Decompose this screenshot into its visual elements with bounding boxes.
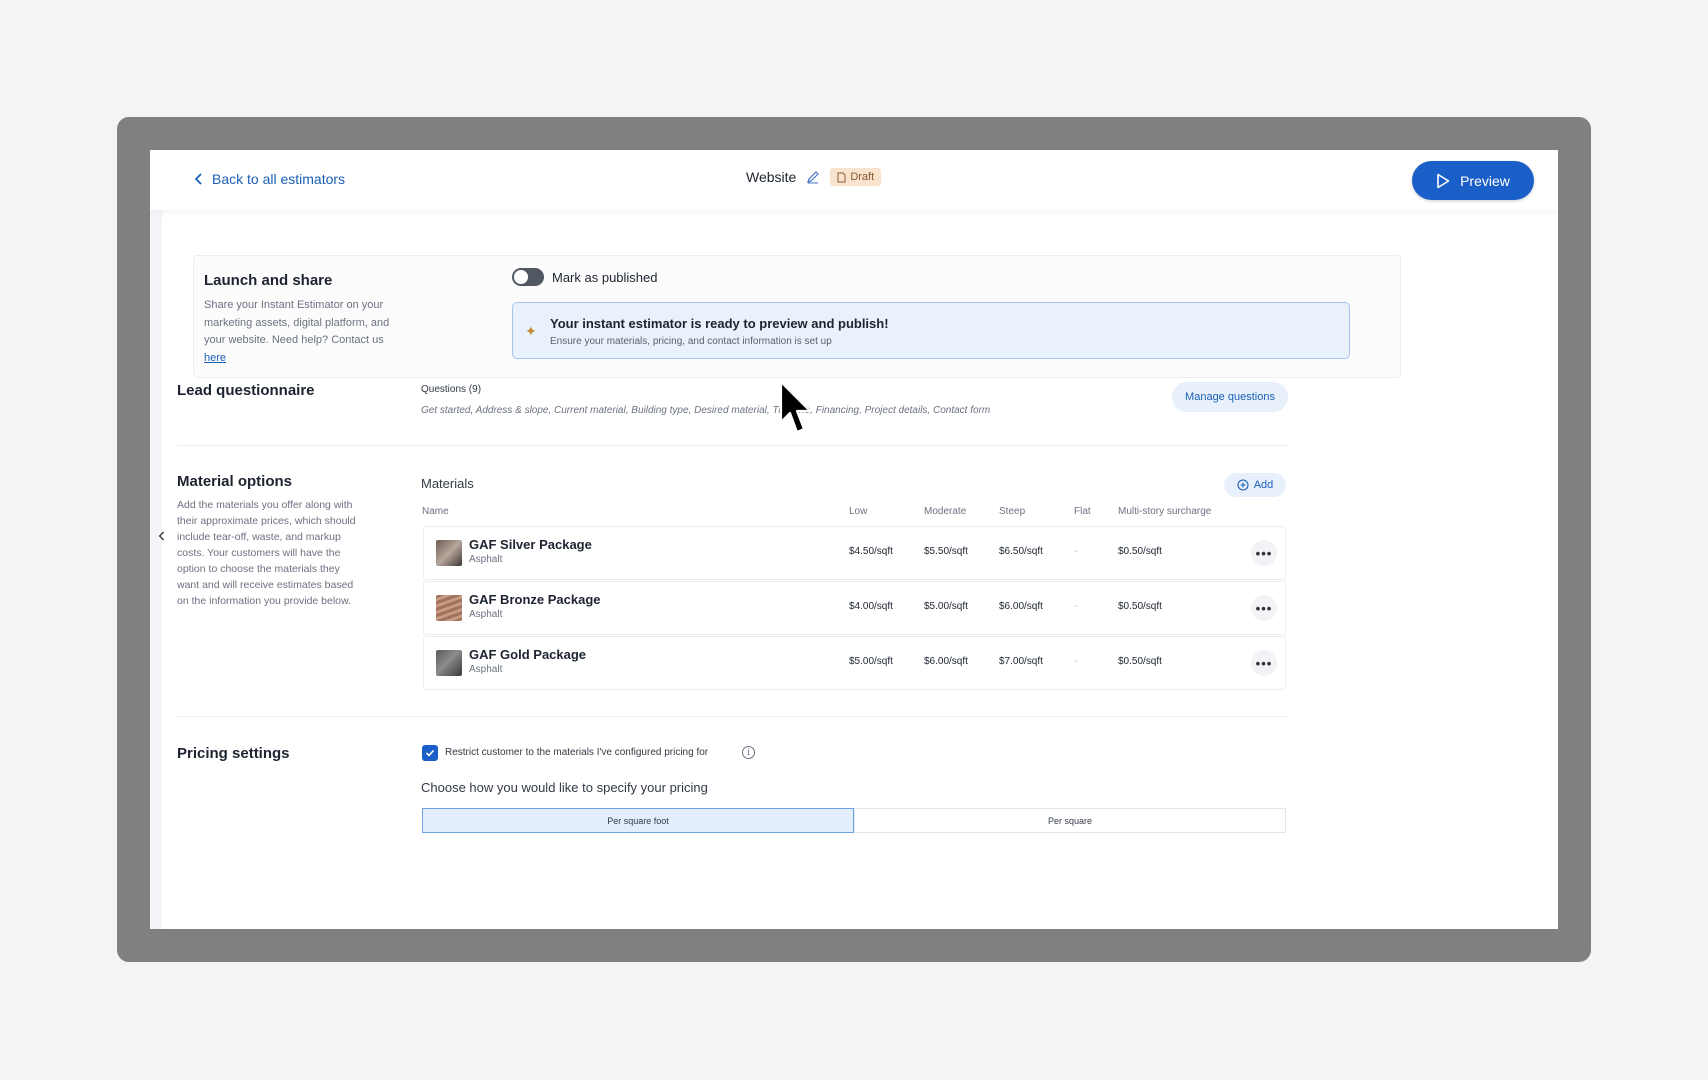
- price-steep: $6.00/sqft: [999, 601, 1043, 612]
- checkmark-icon: [425, 749, 435, 757]
- launch-share-title: Launch and share: [204, 272, 333, 289]
- restrict-materials-checkbox[interactable]: [422, 745, 438, 761]
- column-header-surcharge: Multi-story surcharge: [1118, 506, 1212, 517]
- restrict-materials-label: Restrict customer to the materials I've …: [445, 747, 709, 758]
- material-type: Asphalt: [469, 554, 503, 565]
- row-more-options-button[interactable]: •••: [1251, 595, 1277, 621]
- column-header-moderate: Moderate: [924, 506, 967, 517]
- material-options-description: Add the materials you offer along with t…: [177, 499, 356, 607]
- material-thumbnail: [436, 540, 462, 566]
- chevron-left-icon: [194, 173, 202, 185]
- questions-list: Get started, Address & slope, Current ma…: [421, 405, 991, 416]
- mark-published-row: Mark as published: [512, 268, 658, 286]
- price-steep: $6.50/sqft: [999, 546, 1043, 557]
- status-badge-label: Draft: [850, 171, 875, 183]
- left-sidebar-strip: [150, 210, 162, 929]
- material-name: GAF Silver Package: [469, 537, 592, 552]
- price-moderate: $6.00/sqft: [924, 656, 968, 667]
- info-icon[interactable]: i: [742, 746, 755, 759]
- price-low: $4.00/sqft: [849, 601, 893, 612]
- edit-pencil-icon[interactable]: [806, 170, 820, 184]
- material-thumbnail: [436, 650, 462, 676]
- contact-help-link[interactable]: here: [204, 352, 226, 364]
- price-surcharge: $0.50/sqft: [1118, 656, 1162, 667]
- column-header-low: Low: [849, 506, 868, 517]
- price-flat: -: [1074, 656, 1078, 667]
- party-popper-icon: ✦: [525, 323, 537, 339]
- price-flat: -: [1074, 546, 1078, 557]
- table-row[interactable]: GAF Silver Package Asphalt $4.50/sqft $5…: [423, 526, 1286, 580]
- back-link-label: Back to all estimators: [212, 171, 346, 187]
- manage-questions-button[interactable]: Manage questions: [1172, 382, 1288, 412]
- material-type: Asphalt: [469, 609, 503, 620]
- price-low: $4.50/sqft: [849, 546, 893, 557]
- material-type: Asphalt: [469, 664, 503, 675]
- ready-notice-title: Your instant estimator is ready to previ…: [550, 316, 889, 331]
- collapse-sidebar-chevron-icon[interactable]: [154, 528, 170, 544]
- back-to-estimators-link[interactable]: Back to all estimators: [194, 171, 345, 187]
- pricing-method-prompt: Choose how you would like to specify you…: [421, 780, 708, 795]
- status-badge: Draft: [830, 168, 882, 186]
- publish-toggle[interactable]: [512, 268, 544, 286]
- material-options-title: Material options: [177, 473, 293, 490]
- ready-notice: ✦ Your instant estimator is ready to pre…: [512, 302, 1350, 359]
- materials-table-title: Materials: [421, 476, 474, 491]
- estimator-title: Website: [746, 169, 797, 185]
- per-square-option[interactable]: Per square: [854, 808, 1286, 833]
- launch-share-card: Launch and share Share your Instant Esti…: [193, 255, 1401, 378]
- table-row[interactable]: GAF Gold Package Asphalt $5.00/sqft $6.0…: [423, 636, 1286, 690]
- mouse-cursor-icon: [779, 380, 812, 434]
- column-header-name: Name: [422, 506, 449, 517]
- column-header-flat: Flat: [1074, 506, 1091, 517]
- price-moderate: $5.00/sqft: [924, 601, 968, 612]
- add-material-button[interactable]: Add: [1224, 473, 1286, 497]
- preview-button[interactable]: Preview: [1412, 161, 1534, 200]
- material-thumbnail: [436, 595, 462, 621]
- top-header: Back to all estimators Website Draft Pre…: [150, 150, 1558, 210]
- column-header-steep: Steep: [999, 506, 1026, 517]
- section-divider: [177, 716, 1287, 717]
- price-flat: -: [1074, 601, 1078, 612]
- material-name: GAF Bronze Package: [469, 592, 601, 607]
- price-steep: $7.00/sqft: [999, 656, 1043, 667]
- add-material-label: Add: [1253, 479, 1274, 491]
- questions-count-label: Questions (9): [421, 384, 482, 395]
- row-more-options-button[interactable]: •••: [1251, 650, 1277, 676]
- price-moderate: $5.50/sqft: [924, 546, 968, 557]
- per-square-foot-option[interactable]: Per square foot: [422, 808, 854, 833]
- preview-button-label: Preview: [1460, 172, 1510, 189]
- table-row[interactable]: GAF Bronze Package Asphalt $4.00/sqft $5…: [423, 581, 1286, 635]
- estimator-title-group: Website Draft: [746, 168, 882, 186]
- material-name: GAF Gold Package: [469, 647, 587, 662]
- launch-share-description: Share your Instant Estimator on your mar…: [204, 299, 390, 364]
- ready-notice-subtitle: Ensure your materials, pricing, and cont…: [550, 336, 832, 347]
- document-icon: [837, 172, 846, 182]
- row-more-options-button[interactable]: •••: [1251, 540, 1277, 566]
- pricing-settings-title: Pricing settings: [177, 745, 290, 762]
- play-icon: [1437, 173, 1450, 188]
- plus-circle-icon: [1237, 479, 1249, 491]
- section-divider: [177, 445, 1289, 446]
- price-surcharge: $0.50/sqft: [1118, 546, 1162, 557]
- lead-questionnaire-title: Lead questionnaire: [177, 382, 315, 399]
- price-surcharge: $0.50/sqft: [1118, 601, 1162, 612]
- price-low: $5.00/sqft: [849, 656, 893, 667]
- publish-toggle-label: Mark as published: [552, 269, 658, 285]
